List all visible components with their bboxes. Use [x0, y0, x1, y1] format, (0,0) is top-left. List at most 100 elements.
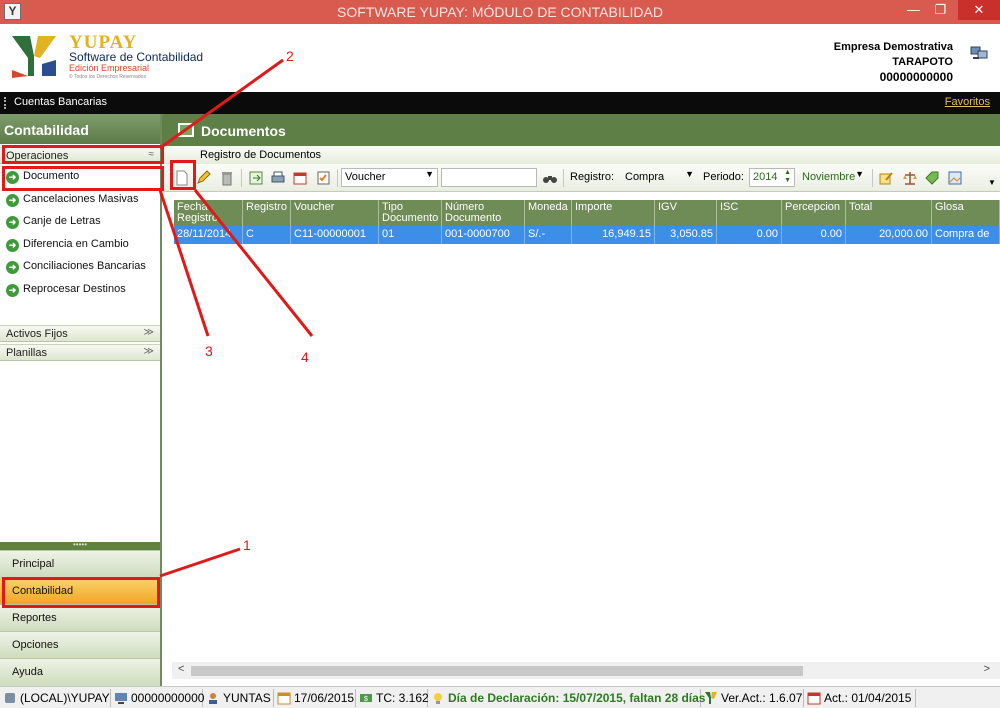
network-computers-icon[interactable]	[970, 45, 988, 61]
sidebar-item-diferencia[interactable]: ➜ Diferencia en Cambio	[4, 235, 160, 255]
page-title: Documentos	[162, 114, 1000, 146]
sidebar-item-label: Reprocesar Destinos	[23, 283, 126, 295]
image-report-icon[interactable]	[947, 170, 963, 186]
section-subtitle: Registro de Documentos	[162, 146, 1000, 164]
currency-icon: $	[360, 694, 372, 703]
checklist-icon[interactable]	[316, 170, 332, 186]
delete-trash-icon[interactable]	[219, 170, 235, 186]
scroll-right-icon[interactable]: >	[984, 663, 990, 675]
column-header[interactable]: Voucher	[291, 200, 379, 226]
scroll-left-icon[interactable]: <	[178, 663, 184, 675]
arrow-right-icon: ➜	[6, 261, 19, 274]
spin-arrows-icon[interactable]: ▲ ▼	[784, 169, 791, 185]
registro-select[interactable]: Compra ▼	[621, 168, 698, 187]
section-planillas[interactable]: Planillas ≫	[0, 344, 160, 361]
status-version-text: Ver.Act.: 1.6.07	[721, 691, 803, 705]
yupay-logo-icon	[8, 30, 60, 82]
menu-bar: Cuentas Bancarias Favoritos	[0, 92, 1000, 114]
sidebar-item-label: Diferencia en Cambio	[23, 238, 129, 250]
section-activos-fijos[interactable]: Activos Fijos ≫	[0, 325, 160, 342]
column-header[interactable]: Fecha Registro	[174, 200, 243, 226]
status-declaration: Día de Declaración: 15/07/2015, faltan 2…	[428, 689, 705, 707]
tag-icon[interactable]	[924, 170, 940, 186]
nav-reportes[interactable]: Reportes	[0, 604, 160, 631]
table-cell[interactable]: C11-00000001	[291, 226, 379, 244]
main-panel: Documentos Registro de Documentos Vouche…	[162, 114, 1000, 686]
sidebar-item-label: Canje de Letras	[23, 215, 101, 227]
table-cell[interactable]: C	[243, 226, 291, 244]
database-icon	[5, 693, 15, 703]
balance-scale-icon[interactable]	[902, 170, 918, 186]
nav-ayuda[interactable]: Ayuda	[0, 658, 160, 686]
lightbulb-icon	[434, 693, 442, 704]
section-activos-label: Activos Fijos	[6, 328, 68, 340]
table-cell[interactable]: S/.-	[525, 226, 572, 244]
table-cell[interactable]: Compra de	[932, 226, 1000, 244]
column-header[interactable]: Total	[846, 200, 932, 226]
sidebar-item-reprocesar[interactable]: ➜ Reprocesar Destinos	[4, 280, 160, 300]
toolbar-separator	[337, 169, 338, 187]
column-header[interactable]: Percepcion	[782, 200, 846, 226]
table-cell[interactable]: 20,000.00	[846, 226, 932, 244]
brand-rights: © Todos los Derechos Reservados	[69, 74, 146, 80]
annotation-label: 3	[205, 343, 213, 359]
arrow-right-icon: ➜	[6, 194, 19, 207]
binoculars-search-icon[interactable]	[542, 170, 558, 186]
column-header[interactable]: Moneda	[525, 200, 572, 226]
column-header[interactable]: Número Documento	[442, 200, 525, 226]
sidebar-item-conciliaciones[interactable]: ➜ Conciliaciones Bancarias	[4, 257, 160, 277]
sidebar-item-label: Cancelaciones Masivas	[23, 193, 139, 205]
voucher-select[interactable]: Voucher ▼	[341, 168, 438, 187]
highlight-operaciones	[2, 145, 164, 164]
nav-principal[interactable]: Principal	[0, 550, 160, 577]
sidebar-splitter[interactable]: •••••	[0, 541, 160, 550]
expand-chevron-icon[interactable]: ≫	[144, 327, 154, 338]
close-button[interactable]: ✕	[958, 0, 1000, 20]
restore-button[interactable]: ❐	[927, 0, 954, 20]
highlight-new-button	[170, 160, 196, 190]
search-input[interactable]	[441, 168, 537, 187]
current-menu-label[interactable]: Cuentas Bancarias	[14, 96, 107, 108]
month-value: Noviembre	[802, 171, 856, 183]
status-user-text: YUNTAS	[223, 691, 271, 705]
status-server: (LOCAL)\YUPAY	[0, 689, 111, 707]
scroll-thumb[interactable]	[191, 666, 803, 676]
edit-pencil-icon[interactable]	[195, 170, 211, 186]
sidebar-title: Contabilidad	[0, 114, 160, 144]
print-icon[interactable]	[270, 170, 286, 186]
table-cell[interactable]: 001-0000700	[442, 226, 525, 244]
column-header[interactable]: Registro	[243, 200, 291, 226]
column-header[interactable]: ISC	[717, 200, 782, 226]
status-tc-text: TC: 3.162	[376, 691, 429, 705]
sidebar-item-cancelaciones[interactable]: ➜ Cancelaciones Masivas	[4, 190, 160, 210]
registro-select-value: Compra	[625, 171, 665, 183]
yupay-logo-icon	[705, 692, 717, 704]
nav-opciones[interactable]: Opciones	[0, 631, 160, 658]
minimize-button[interactable]: —	[900, 0, 927, 20]
column-header[interactable]: Tipo Documento	[379, 200, 442, 226]
horizontal-scrollbar[interactable]: < >	[172, 662, 1000, 679]
column-header[interactable]: Importe	[572, 200, 655, 226]
year-spinner[interactable]: 2014 ▲ ▼	[749, 168, 795, 187]
table-cell[interactable]: 16,949.15	[572, 226, 655, 244]
toolbar-overflow-icon[interactable]: ▼	[988, 178, 996, 187]
highlight-documento	[2, 166, 164, 191]
status-bar: (LOCAL)\YUPAY 00000000000 YUNTAS 17/06/2…	[0, 686, 1000, 708]
export-icon[interactable]	[248, 170, 264, 186]
column-header[interactable]: Glosa	[932, 200, 1000, 226]
column-header[interactable]: IGV	[655, 200, 717, 226]
registro-label: Registro:	[570, 171, 615, 183]
table-cell[interactable]: 01	[379, 226, 442, 244]
company-name: Empresa Demostrativa	[833, 41, 953, 53]
voucher-select-value: Voucher	[345, 171, 386, 183]
expand-chevron-icon[interactable]: ≫	[144, 346, 154, 357]
table-cell[interactable]: 28/11/2014	[174, 226, 243, 244]
favorites-link[interactable]: Favoritos	[945, 96, 990, 108]
calendar-icon[interactable]	[292, 170, 308, 186]
table-cell[interactable]: 0.00	[782, 226, 846, 244]
sidebar-item-canje[interactable]: ➜ Canje de Letras	[4, 212, 160, 232]
pencil-note-icon[interactable]	[878, 170, 894, 186]
month-select[interactable]: Noviembre ▼	[798, 168, 868, 187]
table-cell[interactable]: 3,050.85	[655, 226, 717, 244]
table-cell[interactable]: 0.00	[717, 226, 782, 244]
